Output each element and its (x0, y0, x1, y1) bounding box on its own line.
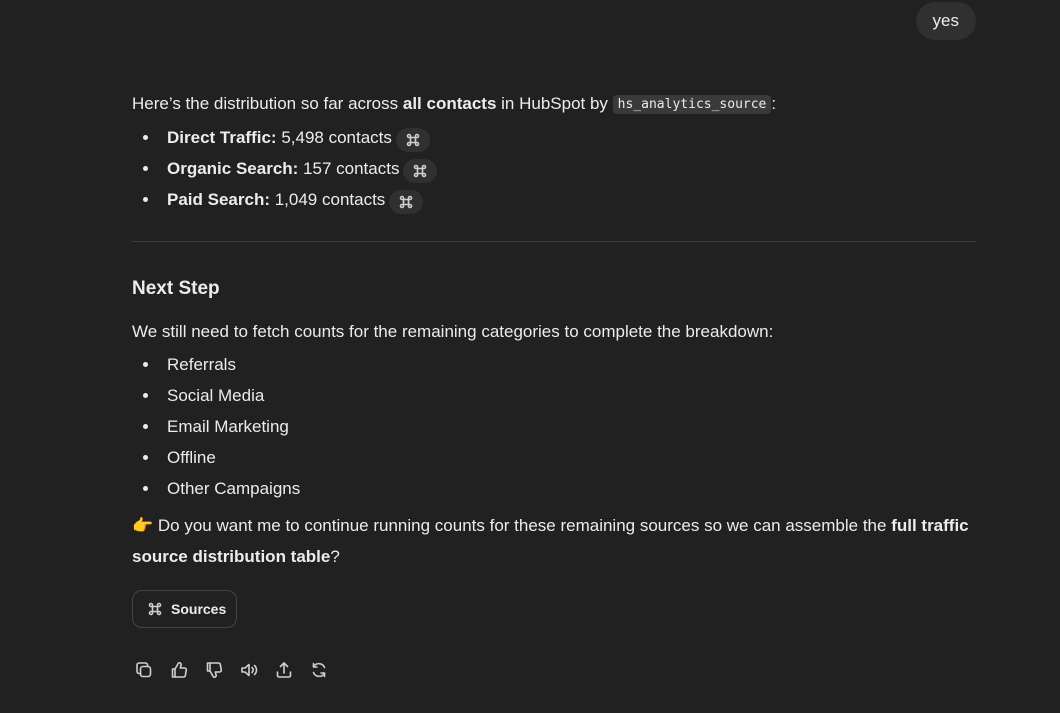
message-actions (132, 658, 331, 682)
citation-chip[interactable] (403, 159, 438, 183)
section-divider (132, 241, 976, 242)
source-label: Paid Search: (167, 190, 270, 209)
regenerate-icon (312, 662, 326, 678)
source-count: 157 contacts (298, 159, 400, 178)
list-item: Paid Search: 1,049 contacts (132, 184, 976, 215)
source-label: Organic Search: (167, 159, 299, 178)
link-command-icon (406, 133, 420, 147)
copy-button[interactable] (132, 658, 156, 682)
user-message-bubble: yes (915, 2, 976, 40)
share-icon (276, 662, 292, 678)
list-item: Referrals (132, 349, 976, 380)
remaining-list: Referrals Social Media Email Marketing O… (132, 349, 976, 504)
link-command-icon (148, 602, 162, 616)
intro-text: Here’s the distribution so far across (132, 94, 403, 113)
sources-button[interactable]: Sources (132, 590, 238, 628)
intro-colon: : (771, 94, 777, 113)
property-code: hs_analytics_source (612, 95, 772, 114)
thumbs-up-icon (171, 662, 188, 678)
sources-label: Sources (171, 601, 227, 617)
citation-chip[interactable] (395, 128, 430, 152)
speaker-icon (241, 663, 258, 677)
list-item: Social Media (132, 380, 976, 411)
assistant-answer: Here’s the distribution so far across al… (132, 88, 976, 628)
source-count: 5,498 contacts (276, 128, 392, 147)
share-button[interactable] (272, 658, 296, 682)
question-text: Do you want me to continue running count… (153, 516, 892, 535)
source-count: 1,049 contacts (270, 190, 386, 209)
question-paragraph: 👉 Do you want me to continue running cou… (132, 510, 976, 572)
list-item: Offline (132, 442, 976, 473)
question-mark: ? (330, 547, 340, 566)
list-item: Other Campaigns (132, 473, 976, 504)
intro-text-mid: in HubSpot by (496, 94, 613, 113)
link-command-icon (414, 164, 427, 178)
citation-chip[interactable] (389, 190, 424, 214)
source-label: Direct Traffic: (167, 128, 277, 147)
distribution-list: Direct Traffic: 5,498 contacts Organic S… (132, 122, 976, 215)
list-item: Email Marketing (132, 411, 976, 442)
list-item: Direct Traffic: 5,498 contacts (132, 122, 976, 153)
thumbs-up-button[interactable] (167, 658, 191, 682)
read-aloud-button[interactable] (237, 658, 261, 682)
intro-bold: all contacts (402, 94, 497, 113)
section-heading: Next Step (132, 278, 220, 299)
thumbs-down-button[interactable] (202, 658, 226, 682)
link-command-icon (400, 195, 413, 209)
chat-page: yes Here’s the distribution so far acros… (0, 0, 1060, 713)
copy-icon (136, 662, 152, 678)
intro-paragraph: Here’s the distribution so far across al… (132, 88, 976, 120)
next-step-paragraph: We still need to fetch counts for the re… (132, 322, 774, 341)
regenerate-button[interactable] (307, 658, 331, 682)
thumbs-down-icon (206, 662, 223, 678)
user-message-text: yes (932, 11, 959, 30)
pointing-hand-icon: 👉 (132, 516, 154, 535)
list-item: Organic Search: 157 contacts (132, 153, 976, 184)
